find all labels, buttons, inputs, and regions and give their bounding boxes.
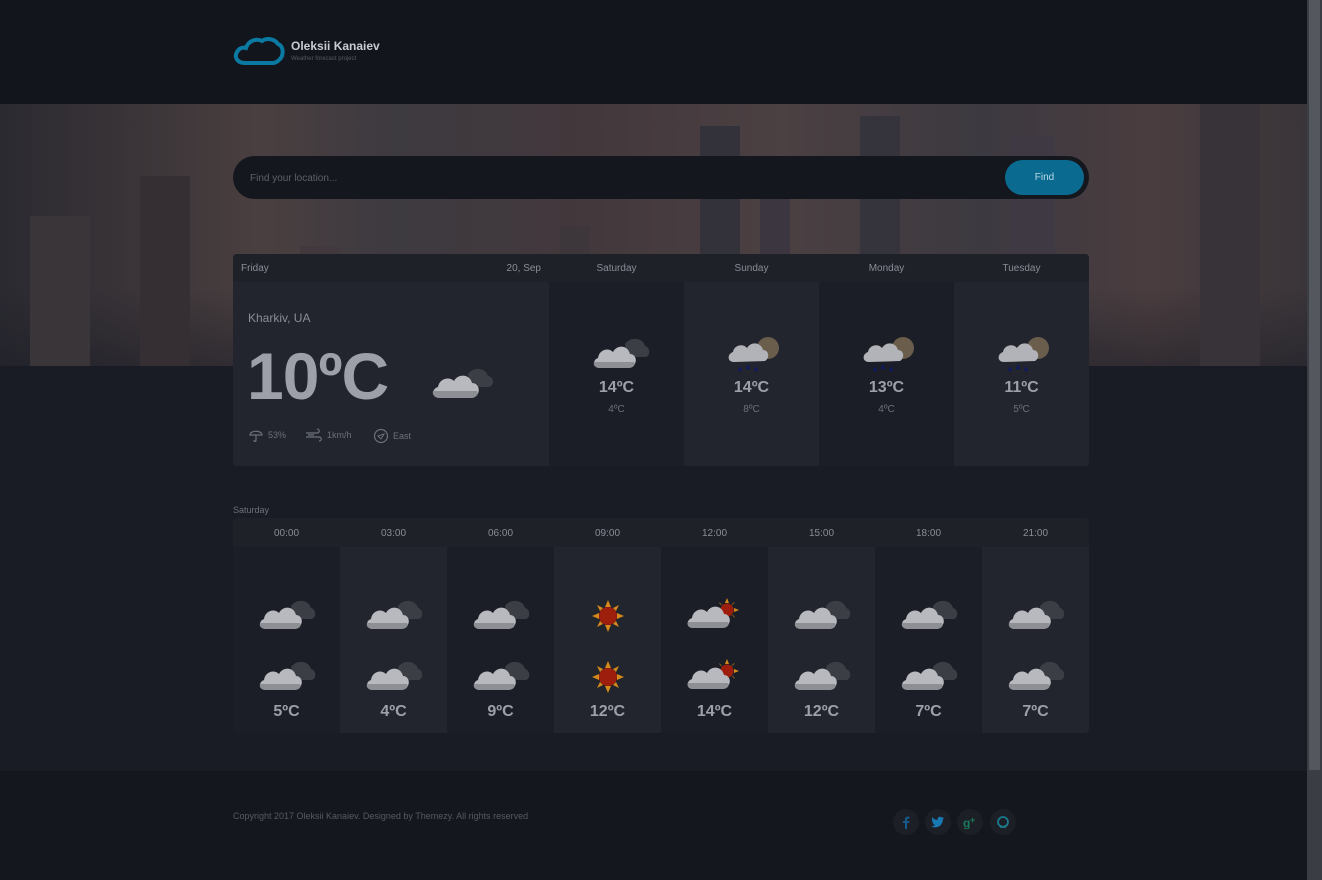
forecast-day-name: Sunday	[734, 263, 769, 274]
hourly-time: 09:00	[594, 528, 621, 539]
wind-speed-stat: 1km/h	[305, 428, 352, 442]
google-plus-icon[interactable]: g +	[957, 809, 983, 835]
cloud-icon	[473, 600, 530, 629]
wind-direction-stat: East	[373, 428, 411, 444]
svg-text:+: +	[970, 815, 975, 825]
cloud-icon	[593, 338, 650, 368]
hourly-temp: 7ºC	[1022, 703, 1049, 720]
hourly-slot: 21:00 7ºC	[982, 518, 1089, 733]
forecast-high: 11ºC	[1004, 379, 1039, 396]
forecast-day-name: Saturday	[596, 263, 637, 274]
humidity-value: 53%	[268, 430, 287, 440]
hourly-time: 18:00	[915, 528, 942, 539]
rain-moon-icon	[998, 337, 1049, 371]
forecast-day-name: Tuesday	[1002, 263, 1041, 274]
hourly-temp: 12ºC	[589, 703, 626, 720]
location-name: Kharkiv, UA	[248, 311, 311, 325]
hourly-title: Saturday	[233, 505, 270, 515]
today-header: Friday 20, Sep	[233, 254, 549, 282]
hourly-slot: 12:00 14ºC	[661, 518, 768, 733]
hourly-slot: 03:00 4ºC	[340, 518, 447, 733]
hourly-time: 12:00	[701, 528, 728, 539]
find-button[interactable]: Find	[1005, 160, 1084, 195]
cloud-icon	[366, 661, 423, 690]
forecast-day: Saturday 14ºC 4ºC	[549, 254, 684, 466]
hourly-temp: 4ºC	[380, 703, 407, 720]
cloud-icon	[901, 600, 958, 629]
forecast-panel: Friday 20, Sep Kharkiv, UA 10ºC 53% 1km/…	[233, 254, 1089, 466]
hourly-time: 21:00	[1022, 528, 1049, 539]
scrollbar-thumb[interactable]	[1309, 0, 1320, 770]
wind-direction-value: East	[393, 431, 412, 441]
hourly-time: 15:00	[808, 528, 835, 539]
hourly-temp: 5ºC	[273, 703, 300, 720]
hourly-slot: 15:00 12ºC	[768, 518, 875, 733]
cloud-icon	[473, 661, 530, 690]
forecast-low: 4ºC	[608, 404, 625, 415]
search-bar: Find	[233, 156, 1089, 199]
forecast-low: 4ºC	[878, 404, 895, 415]
hourly-slot: 06:00 9ºC	[447, 518, 554, 733]
forecast-high: 14ºC	[733, 379, 770, 396]
compass-icon	[373, 428, 389, 444]
cloud-icon[interactable]	[233, 36, 285, 66]
hourly-slot: 09:00 12ºC	[554, 518, 661, 733]
copyright-text: Copyright 2017 Oleksii Kanaiev. Designed…	[233, 811, 529, 821]
github-icon[interactable]	[990, 809, 1016, 835]
humidity-stat: 53%	[248, 428, 286, 442]
current-temperature: 10ºC	[247, 339, 389, 413]
sun-icon	[592, 661, 624, 693]
site-title[interactable]: Oleksii Kanaiev	[291, 39, 380, 53]
forecast-day: Sunday 14ºC 8ºC	[684, 254, 819, 466]
hourly-time: 06:00	[487, 528, 514, 539]
facebook-icon[interactable]	[893, 809, 919, 835]
hourly-temp: 12ºC	[803, 703, 840, 720]
site-footer: Copyright 2017 Oleksii Kanaiev. Designed…	[0, 771, 1307, 880]
cloud-icon	[1008, 600, 1065, 629]
today-card: Friday 20, Sep Kharkiv, UA 10ºC 53% 1km/…	[233, 254, 549, 466]
site-tagline: Weather forecast project	[291, 56, 357, 62]
forecast-day: Monday 13ºC 4ºC	[819, 254, 954, 466]
cloud-icon	[366, 600, 423, 629]
hourly-time: 00:00	[273, 528, 300, 539]
cloud-icon	[259, 600, 316, 629]
cloud-icon	[1008, 661, 1065, 690]
hourly-temp: 7ºC	[915, 703, 942, 720]
twitter-icon[interactable]	[925, 809, 951, 835]
sun-icon	[592, 600, 624, 632]
cloud-icon	[794, 600, 851, 629]
cloud-icon	[432, 368, 494, 398]
hourly-slot: 18:00 7ºC	[875, 518, 982, 733]
hourly-forecast: 00:00 5ºC 03:00 4ºC 06:00 9ºC 09:00 12ºC…	[233, 518, 1089, 733]
search-input[interactable]	[248, 167, 992, 189]
cloud-icon	[259, 661, 316, 690]
hourly-time: 03:00	[380, 528, 407, 539]
forecast-high: 13ºC	[868, 379, 905, 396]
wind-icon	[306, 428, 322, 442]
forecast-high: 14ºC	[598, 379, 635, 396]
hourly-temp: 9ºC	[487, 703, 514, 720]
wind-speed-value: 1km/h	[327, 430, 352, 440]
umbrella-icon	[249, 430, 263, 442]
hourly-temp: 14ºC	[696, 703, 733, 720]
site-header: Oleksii Kanaiev Weather forecast project	[0, 0, 1307, 104]
hourly-slot: 00:00 5ºC	[233, 518, 340, 733]
rain-moon-icon	[863, 337, 914, 371]
cloud-icon	[901, 661, 958, 690]
forecast-day-name: Monday	[868, 263, 905, 274]
today-day: Friday	[241, 263, 269, 274]
cloud-icon	[794, 661, 851, 690]
cloud-sun-icon	[687, 598, 739, 628]
forecast-day: Tuesday 11ºC 5ºC	[954, 254, 1089, 466]
cloud-sun-icon	[687, 659, 739, 689]
today-date: 20, Sep	[506, 263, 541, 274]
rain-moon-icon	[728, 337, 779, 371]
forecast-low: 5ºC	[1013, 404, 1030, 415]
forecast-low: 8ºC	[743, 404, 760, 415]
